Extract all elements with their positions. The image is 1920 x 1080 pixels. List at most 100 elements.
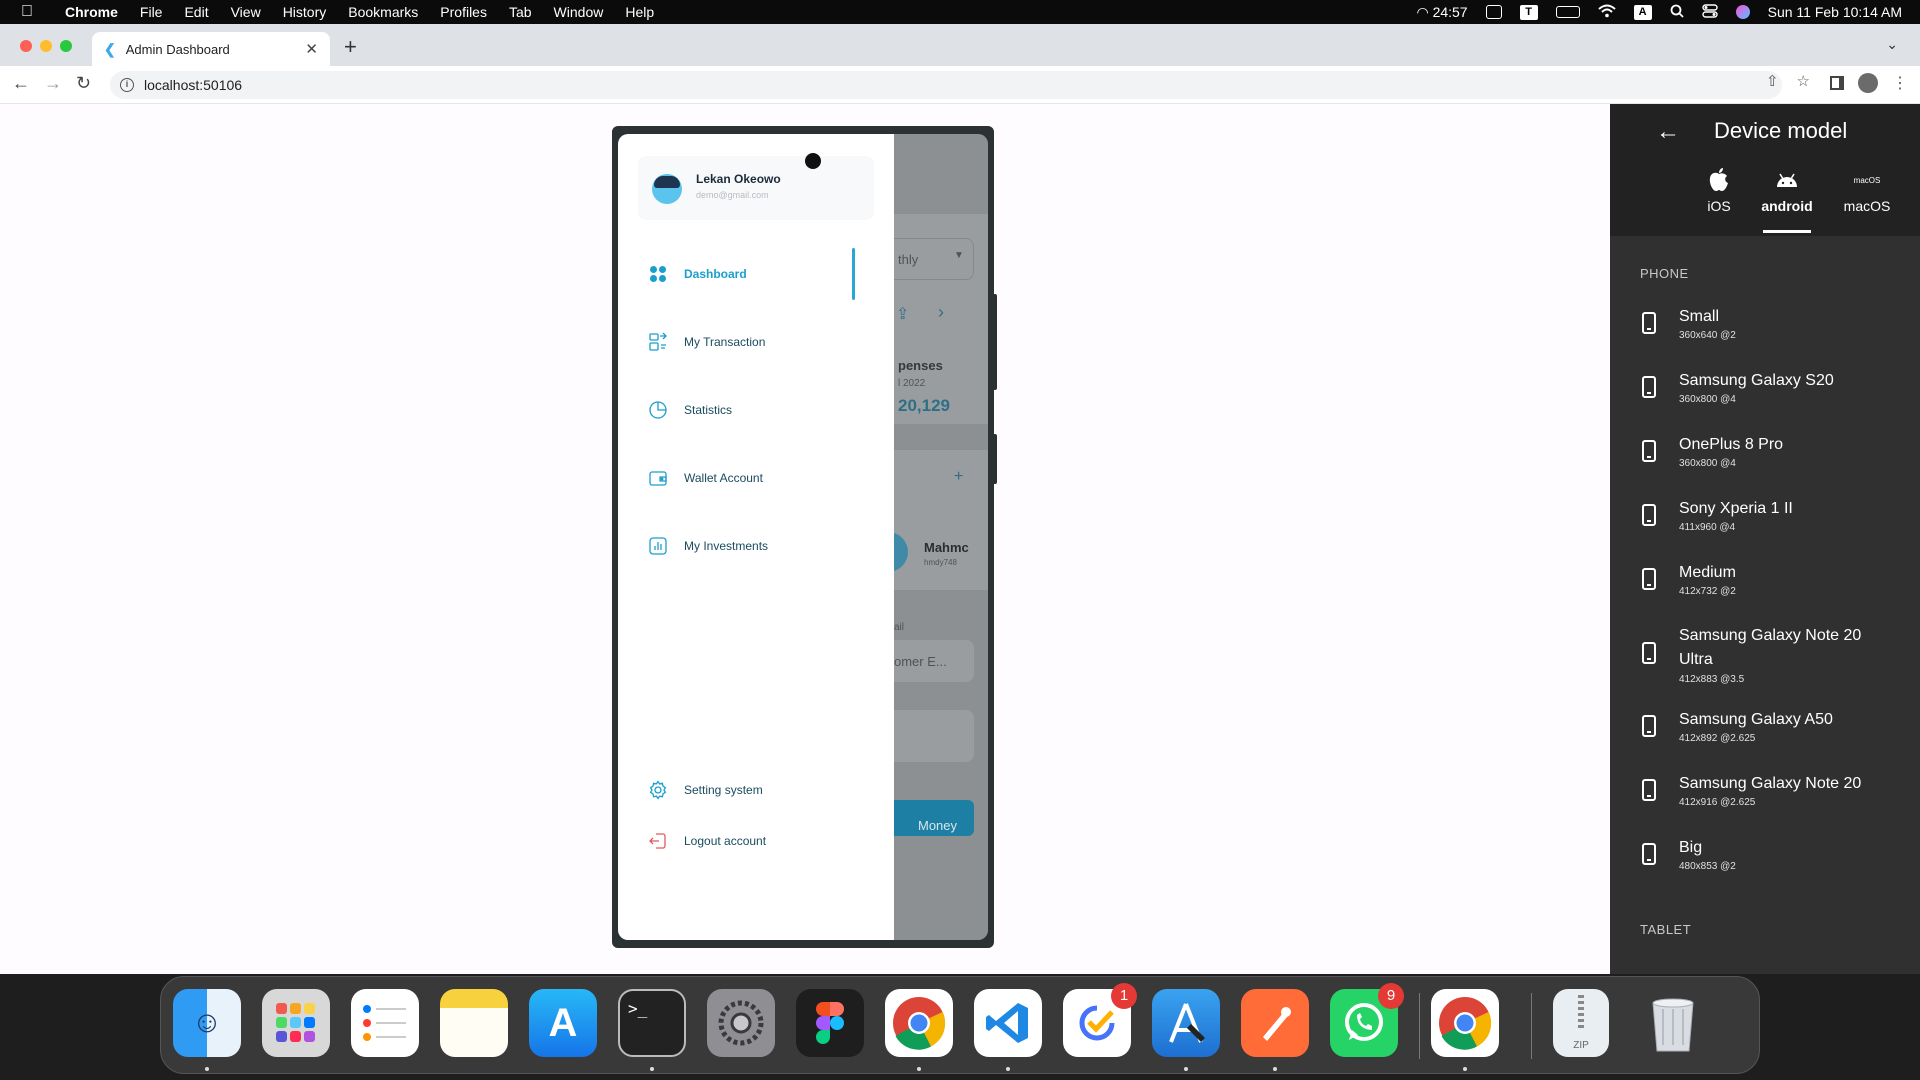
dock-chrome-minimized[interactable] (1431, 989, 1499, 1057)
add-contact-icon[interactable]: + (954, 468, 963, 486)
nav-item-my-transaction[interactable]: My Transaction (648, 330, 765, 354)
menu-profiles[interactable]: Profiles (429, 4, 498, 20)
avatar-hair (654, 176, 680, 188)
window-zoom-button[interactable] (60, 40, 72, 52)
macos-logo-icon: macOS (1832, 166, 1902, 194)
window-close-button[interactable] (20, 40, 32, 52)
bookmark-star-icon[interactable]: ☆ (1797, 72, 1810, 90)
input-source-icon[interactable]: A (1633, 4, 1652, 20)
dock-chrome[interactable] (885, 989, 953, 1057)
share-icon[interactable]: ⇧ (1766, 72, 1779, 90)
android-logo-icon (1752, 166, 1822, 194)
site-info-icon[interactable]: i (120, 78, 134, 92)
export-icon[interactable]: ⇪ (896, 304, 909, 324)
dock-trash[interactable] (1639, 989, 1707, 1057)
contact-handle: hmdy748 (924, 558, 957, 567)
dock-finder[interactable]: ☺ (173, 989, 241, 1057)
reload-icon[interactable]: ↻ (76, 73, 91, 94)
nav-item-statistics[interactable]: Statistics (648, 398, 732, 422)
dock-launchpad[interactable] (262, 989, 330, 1057)
device-item[interactable]: Medium 412x732 @2 (1642, 561, 1912, 601)
device-name: Small (1679, 308, 1720, 325)
device-name: Samsung Galaxy Note 20 Ultra (1679, 627, 1862, 668)
dock-postman[interactable] (1241, 989, 1309, 1057)
next-chevron-icon[interactable]: › (938, 302, 944, 323)
menu-help[interactable]: Help (614, 4, 665, 20)
phone-icon (1642, 312, 1656, 334)
menubar-clock[interactable]: Sun 11 Feb 10:14 AM (1768, 4, 1902, 20)
spotlight-search-icon[interactable] (1670, 4, 1684, 21)
new-tab-button[interactable]: + (344, 34, 357, 60)
text-tool-icon[interactable]: T (1519, 4, 1538, 20)
device-item[interactable]: Small 360x640 @2 (1642, 305, 1912, 345)
phone-icon (1642, 715, 1656, 737)
device-spec: 412x883 @3.5 (1679, 674, 1745, 685)
dock-reminders[interactable] (351, 989, 419, 1057)
menu-window[interactable]: Window (543, 4, 615, 20)
dock-terminal[interactable]: >_ (618, 989, 686, 1057)
battery-icon[interactable] (1555, 6, 1580, 18)
device-item[interactable]: Samsung Galaxy A50 412x892 @2.625 (1642, 708, 1912, 748)
dock-ticktick[interactable]: 1 (1063, 983, 1137, 1057)
wifi-icon[interactable] (1597, 4, 1616, 21)
notification-badge: 1 (1111, 983, 1137, 1009)
address-bar[interactable]: i localhost:50106 (110, 71, 1782, 99)
timer-status[interactable]: ◠ 24:57 (1416, 4, 1467, 21)
forward-arrow-icon[interactable]: → (44, 73, 62, 94)
os-tab-macos[interactable]: macOS macOS (1832, 166, 1902, 215)
nav-item-my-investments[interactable]: My Investments (648, 534, 768, 558)
logout-icon (648, 831, 668, 851)
device-spec: 412x892 @2.625 (1679, 733, 1756, 744)
zip-label: ZIP (1573, 1040, 1589, 1051)
nav-item-dashboard[interactable]: Dashboard (648, 262, 747, 286)
nav-item-logout-account[interactable]: Logout account (648, 829, 766, 853)
nav-item-wallet-account[interactable]: Wallet Account (648, 466, 763, 490)
menu-tab[interactable]: Tab (498, 4, 543, 20)
dock-app-store[interactable]: A (529, 989, 597, 1057)
front-camera (805, 153, 821, 169)
dock-notes[interactable] (440, 989, 508, 1057)
menu-file[interactable]: File (129, 4, 174, 20)
nav-item-setting-system[interactable]: Setting system (648, 778, 763, 802)
apple-menu-icon[interactable]:  (0, 3, 54, 21)
app-store-icon: A (548, 1000, 578, 1045)
screen-mirror-icon[interactable] (1485, 5, 1502, 19)
amount-field[interactable] (880, 710, 974, 762)
siri-icon[interactable] (1735, 5, 1750, 19)
browser-tab-active[interactable]: ❮ Admin Dashboard ✕ (92, 32, 330, 66)
os-tab-ios[interactable]: iOS (1684, 166, 1754, 214)
dock-figma[interactable] (796, 989, 864, 1057)
browser-menu-icon[interactable]: ⋮ (1892, 73, 1908, 93)
device-item[interactable]: Samsung Galaxy S20 360x800 @4 (1642, 369, 1912, 409)
device-name: OnePlus 8 Pro (1679, 436, 1784, 453)
menu-app-name[interactable]: Chrome (54, 4, 129, 20)
panel-back-arrow-icon[interactable]: ← (1656, 118, 1680, 146)
device-name: Samsung Galaxy A50 (1679, 711, 1833, 728)
omnibox-actions: ⇧ ☆ (1766, 72, 1810, 90)
window-minimize-button[interactable] (40, 40, 52, 52)
dock-separator (1531, 993, 1532, 1059)
dock-archive-zip[interactable]: ZIP (1553, 989, 1609, 1057)
control-center-icon[interactable] (1701, 3, 1718, 21)
menu-view[interactable]: View (220, 4, 272, 20)
dock-whatsapp[interactable]: 9 (1330, 983, 1404, 1057)
back-arrow-icon[interactable]: ← (12, 73, 30, 94)
device-name: Sony Xperia 1 II (1679, 500, 1793, 517)
menu-edit[interactable]: Edit (173, 4, 219, 20)
device-item[interactable]: Samsung Galaxy Note 20 412x916 @2.625 (1642, 772, 1912, 812)
tab-close-icon[interactable]: ✕ (305, 40, 318, 58)
device-item[interactable]: Big 480x853 @2 (1642, 836, 1912, 876)
device-item[interactable]: OnePlus 8 Pro 360x800 @4 (1642, 433, 1912, 473)
tab-search-chevron-icon[interactable]: ⌄ (1886, 36, 1898, 53)
device-item[interactable]: Sony Xperia 1 II 411x960 @4 (1642, 497, 1912, 537)
device-item[interactable]: Samsung Galaxy Note 20 Ultra 412x883 @3.… (1642, 624, 1912, 685)
dock-xcode-simulator[interactable] (1152, 989, 1220, 1057)
profile-card[interactable]: Lekan Okeowo demo@gmail.com (638, 156, 874, 220)
menu-bookmarks[interactable]: Bookmarks (337, 4, 429, 20)
dock-vscode[interactable] (974, 989, 1042, 1057)
profile-avatar-icon[interactable] (1858, 73, 1878, 93)
menu-history[interactable]: History (272, 4, 338, 20)
side-panel-icon[interactable] (1830, 76, 1844, 90)
dock-system-settings[interactable] (707, 989, 775, 1057)
os-tab-android[interactable]: android (1752, 166, 1822, 214)
